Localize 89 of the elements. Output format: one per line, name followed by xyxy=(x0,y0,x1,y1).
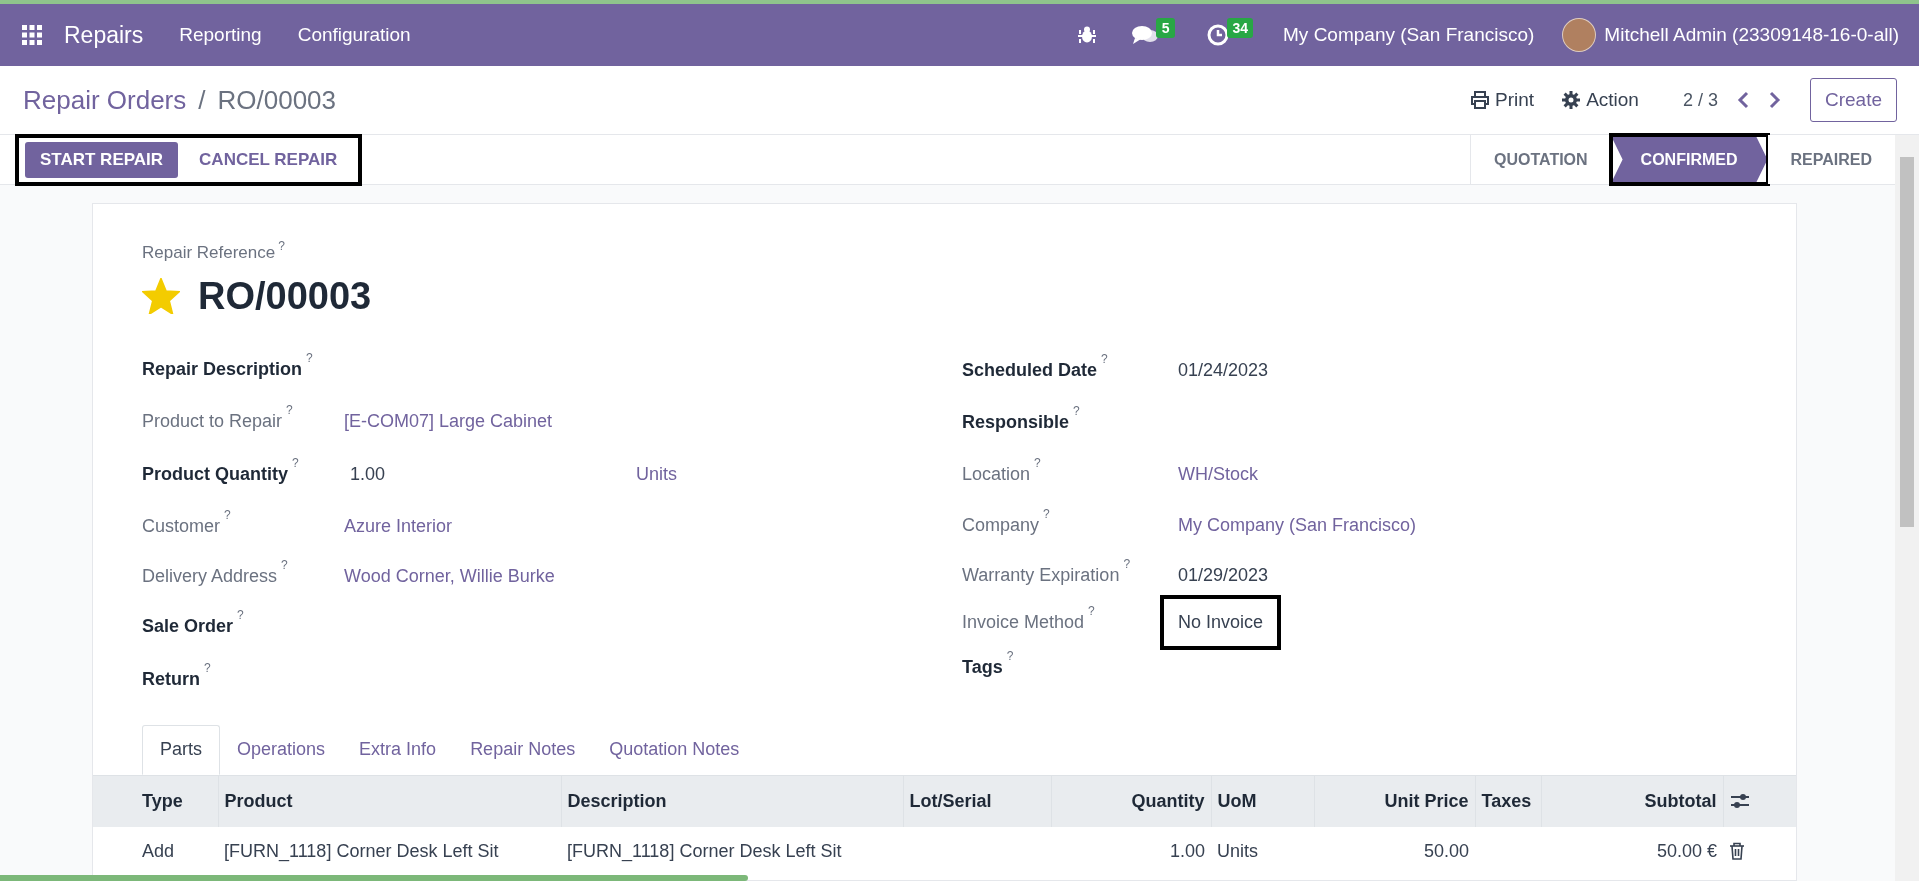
message-count-badge: 5 xyxy=(1155,18,1176,38)
help-icon[interactable]: ? xyxy=(224,508,231,521)
breadcrumb-current: RO/00003 xyxy=(217,83,337,117)
table-cell: [FURN_1118] Corner Desk Left Sit xyxy=(224,840,499,861)
scrollbar[interactable] xyxy=(1895,135,1919,881)
field-value: No Invoice xyxy=(1160,594,1282,650)
company-switcher[interactable]: My Company (San Francisco) xyxy=(1283,20,1535,50)
menu-item[interactable]: Configuration xyxy=(297,20,411,50)
table-cell: 50.00 xyxy=(1423,840,1469,861)
field-link[interactable]: [E-COM07] Large Cabinet xyxy=(344,408,553,435)
field-link[interactable]: WH/Stock xyxy=(1178,460,1258,488)
notebook-tab[interactable]: Quotation Notes xyxy=(592,724,757,775)
sliders-icon[interactable] xyxy=(1729,792,1750,811)
notebook-tab[interactable]: Extra Info xyxy=(342,724,454,775)
help-icon[interactable]: ? xyxy=(1034,456,1041,469)
column-header[interactable]: Description xyxy=(561,775,903,827)
field-label: Repair Reference xyxy=(142,243,276,262)
table-cell: 50.00 € xyxy=(1656,840,1717,861)
field-label: Scheduled Date xyxy=(962,359,1098,382)
field-label: Customer xyxy=(142,514,221,538)
breadcrumb-separator: / xyxy=(198,83,206,117)
bug-icon[interactable] xyxy=(1077,26,1096,44)
printer-icon[interactable] xyxy=(1471,91,1490,109)
help-icon[interactable]: ? xyxy=(292,457,299,469)
apps-menu-icon[interactable] xyxy=(22,25,42,45)
help-icon[interactable]: ? xyxy=(1123,557,1131,570)
field-value: 01/29/2023 xyxy=(1178,563,1269,587)
table-cell: Add xyxy=(142,840,175,861)
chat-icon[interactable] xyxy=(1131,25,1158,45)
field-label: Sale Order xyxy=(142,615,234,638)
column-header[interactable]: Taxes xyxy=(1475,775,1541,827)
field-label: Product to Repair xyxy=(142,410,283,433)
field-link[interactable]: My Company (San Francisco) xyxy=(1178,512,1417,539)
column-header[interactable]: Type xyxy=(93,775,218,827)
create-button[interactable]: Create xyxy=(1809,78,1897,122)
delete-icon[interactable] xyxy=(1729,842,1745,860)
notebook-tab[interactable]: Parts xyxy=(142,724,220,775)
help-icon[interactable]: ? xyxy=(1043,508,1050,520)
field-label: Repair Description xyxy=(142,358,303,381)
column-header[interactable]: Subtotal xyxy=(1541,775,1723,827)
field-link[interactable]: Units xyxy=(636,461,677,488)
help-icon[interactable]: ? xyxy=(278,240,285,252)
start-repair-button[interactable]: START REPAIR xyxy=(25,141,179,178)
field-label: Invoice Method xyxy=(962,610,1085,634)
column-header[interactable]: Product xyxy=(218,775,561,827)
field-label: Product Quantity xyxy=(142,463,288,486)
field-label: Delivery Address xyxy=(142,565,278,588)
help-icon[interactable]: ? xyxy=(281,559,288,571)
action-button[interactable]: Action xyxy=(1562,85,1639,115)
field-link[interactable]: Wood Corner, Willie Burke xyxy=(344,563,555,590)
notebook-tab[interactable]: Repair Notes xyxy=(453,724,593,775)
field-label: Company xyxy=(962,514,1040,537)
column-header[interactable]: UoM xyxy=(1211,775,1314,827)
print-button[interactable]: Print xyxy=(1471,85,1535,115)
help-icon[interactable]: ? xyxy=(237,609,244,621)
help-icon[interactable]: ? xyxy=(1073,404,1080,417)
record-title: RO/00003 xyxy=(198,273,372,319)
star-icon[interactable] xyxy=(142,278,180,314)
column-header[interactable]: Lot/Serial xyxy=(903,775,1051,827)
activity-count-badge: 34 xyxy=(1227,18,1254,38)
table-cell: 1.00 xyxy=(1169,840,1205,861)
field-value: 01/24/2023 xyxy=(1178,359,1269,382)
field-link[interactable]: Azure Interior xyxy=(344,512,453,540)
pager-value: 2 / 3 xyxy=(1682,88,1718,112)
user-menu[interactable]: Mitchell Admin (23309148-16-0-all) xyxy=(1604,20,1899,50)
field-label: Warranty Expiration xyxy=(962,563,1120,587)
table-cell: [FURN_1118] Corner Desk Left Sit xyxy=(567,840,842,861)
field-label: Return xyxy=(142,667,200,691)
gear-icon[interactable] xyxy=(1562,91,1581,109)
help-icon[interactable]: ? xyxy=(306,352,313,364)
user-avatar[interactable] xyxy=(1562,18,1597,52)
help-icon[interactable]: ? xyxy=(286,404,293,416)
help-icon[interactable]: ? xyxy=(1088,604,1095,617)
help-icon[interactable]: ? xyxy=(1006,649,1014,662)
field-label: Tags xyxy=(962,655,1003,679)
app-name[interactable]: Repairs xyxy=(64,17,144,53)
table-cell: Units xyxy=(1217,840,1258,861)
help-icon[interactable]: ? xyxy=(1101,353,1108,365)
column-settings-cell[interactable] xyxy=(1723,775,1796,827)
menu-item[interactable]: Reporting xyxy=(179,20,262,50)
clock-icon[interactable] xyxy=(1207,24,1230,46)
field-label: Responsible xyxy=(962,410,1070,434)
help-icon[interactable]: ? xyxy=(204,661,211,674)
column-header[interactable]: Quantity xyxy=(1051,775,1211,827)
field-label: Location xyxy=(962,462,1031,486)
notebook-tab[interactable]: Operations xyxy=(220,724,343,775)
breadcrumb-link[interactable]: Repair Orders xyxy=(23,80,187,120)
field-value: 1.00 xyxy=(349,463,387,486)
column-header[interactable]: Unit Price xyxy=(1314,775,1475,827)
